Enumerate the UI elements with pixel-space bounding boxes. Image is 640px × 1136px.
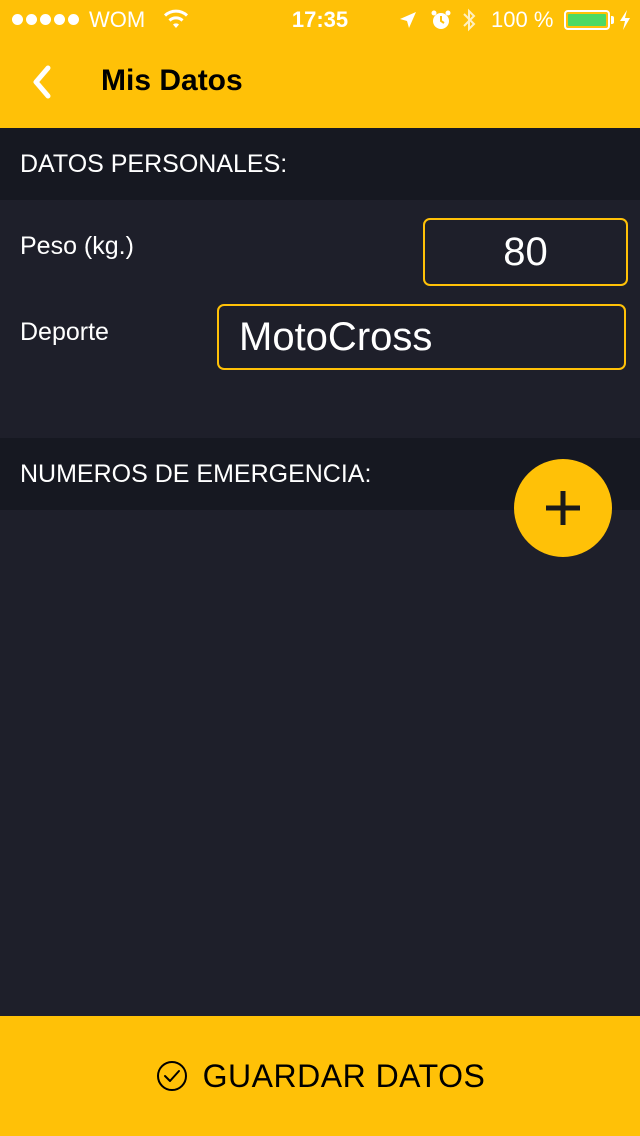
deporte-input[interactable]: MotoCross xyxy=(217,304,626,370)
add-emergency-number-button[interactable] xyxy=(514,459,612,557)
alarm-clock-icon xyxy=(431,10,451,29)
header: WOM 17:35 100 % Mis Datos xyxy=(0,0,640,128)
back-button[interactable] xyxy=(18,58,66,106)
chevron-left-icon xyxy=(33,65,51,99)
deporte-label: Deporte xyxy=(20,318,109,346)
battery-icon xyxy=(564,10,610,30)
check-circle-icon xyxy=(156,1061,187,1091)
status-bar: WOM 17:35 100 % xyxy=(0,0,640,40)
page-title: Mis Datos xyxy=(101,64,243,97)
save-data-button[interactable]: GUARDAR DATOS xyxy=(0,1016,640,1136)
peso-label: Peso (kg.) xyxy=(20,232,134,260)
deporte-value: MotoCross xyxy=(239,314,433,359)
emergency-numbers-header-label: NUMEROS DE EMERGENCIA: xyxy=(20,459,372,488)
personal-data-header: DATOS PERSONALES: xyxy=(0,128,640,200)
plus-icon xyxy=(546,491,580,525)
peso-value: 80 xyxy=(503,229,548,274)
screen: WOM 17:35 100 % Mis Datos DATOS PERSONAL… xyxy=(0,0,640,1136)
charging-bolt-icon xyxy=(620,10,630,30)
peso-input[interactable]: 80 xyxy=(423,218,628,286)
save-data-label: GUARDAR DATOS xyxy=(202,1057,486,1094)
navigation-bar: Mis Datos xyxy=(0,40,640,128)
bluetooth-icon xyxy=(463,8,476,32)
personal-data-header-label: DATOS PERSONALES: xyxy=(20,149,288,178)
location-arrow-icon xyxy=(400,12,416,28)
battery-tip xyxy=(611,16,614,24)
battery-percent: 100 % xyxy=(491,7,554,32)
